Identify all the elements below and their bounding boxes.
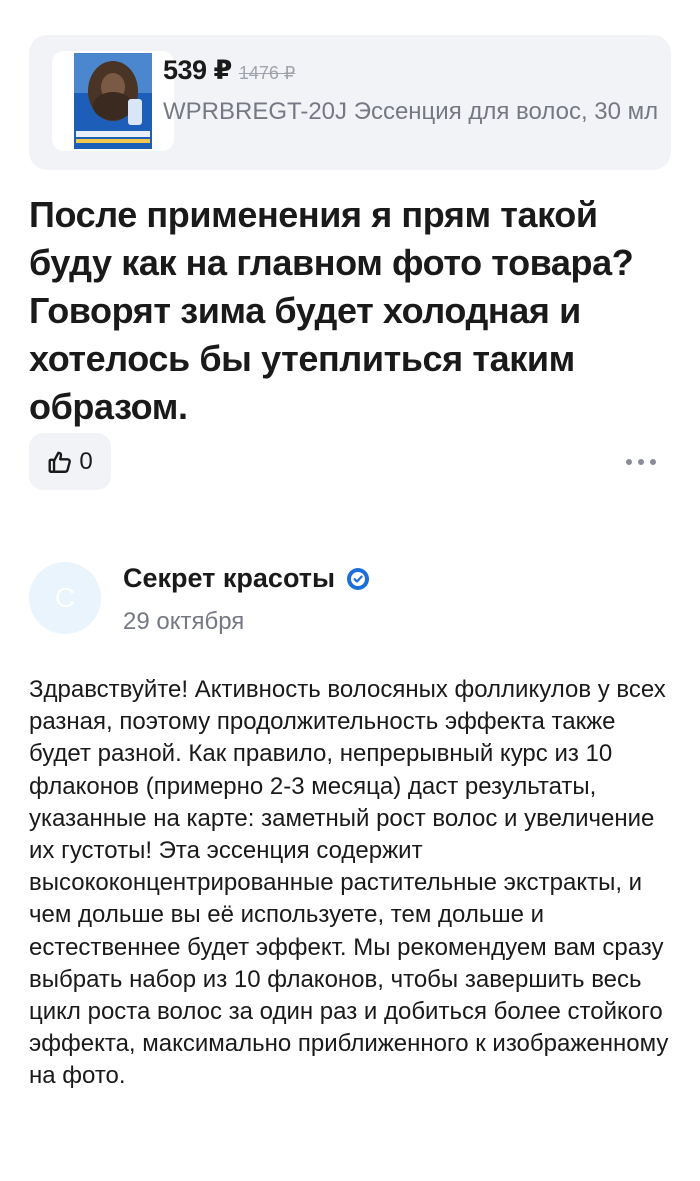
current-price: 539 ₽ [163,55,232,85]
thumbs-up-icon [47,449,73,475]
seller-name: Секрет красоты [123,563,336,593]
verified-check-icon [346,567,370,591]
reply-date: 29 октября [123,608,245,635]
product-card[interactable]: 539 ₽ 1476 ₽ WPRBREGT-20J Эссенция для в… [29,35,671,170]
more-options-button[interactable] [620,449,662,475]
seller-name-row[interactable]: Секрет красоты [123,563,370,594]
more-horizontal-icon [623,459,659,465]
old-price: 1476 ₽ [238,63,296,83]
product-name[interactable]: WPRBREGT-20J Эссенция для волос, 30 мл [163,95,663,128]
question-text: После применения я прям такой буду как н… [29,194,634,427]
avatar-letter: С [54,582,76,613]
seller-avatar[interactable]: С [29,562,101,634]
like-button[interactable]: 0 [29,433,111,490]
product-image[interactable] [52,51,174,151]
seller-answer-text: Здравствуйте! Активность волосяных фолли… [29,676,669,1090]
like-count: 0 [79,447,93,475]
